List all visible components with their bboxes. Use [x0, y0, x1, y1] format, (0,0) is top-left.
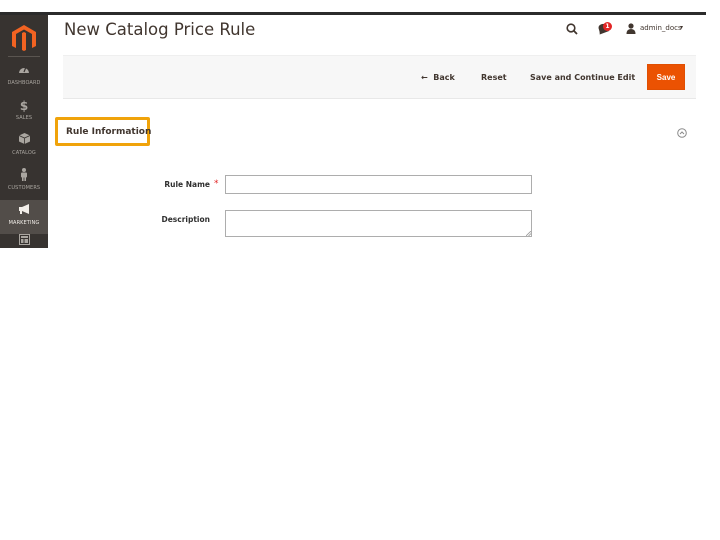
- required-marker: *: [214, 179, 219, 189]
- sidebar-item-dashboard[interactable]: DASHBOARD: [0, 60, 48, 94]
- description-label: Description: [161, 215, 210, 224]
- person-icon: [0, 168, 48, 184]
- chevron-down-icon[interactable]: ▾: [680, 24, 683, 31]
- section-header-rule-information[interactable]: Rule Information: [55, 117, 152, 146]
- rule-name-label: Rule Name: [164, 180, 210, 189]
- reset-button[interactable]: Reset: [481, 73, 507, 82]
- megaphone-icon: [0, 203, 48, 219]
- dashboard-gauge-icon: [0, 63, 48, 79]
- collapse-circle-icon[interactable]: [677, 128, 687, 138]
- account-username[interactable]: admin_docs: [640, 24, 682, 32]
- content-layout-icon: [0, 234, 48, 250]
- user-icon[interactable]: [626, 23, 636, 34]
- notification-count-badge[interactable]: 1: [603, 22, 612, 31]
- description-textarea[interactable]: [225, 210, 532, 237]
- save-and-continue-button[interactable]: Save and Continue Edit: [530, 73, 635, 82]
- sidebar-item-marketing[interactable]: MARKETING: [0, 200, 48, 234]
- rule-name-input[interactable]: [225, 175, 532, 194]
- admin-sidebar: DASHBOARD $ SALES CATALOG CUSTOMERS MARK…: [0, 15, 48, 248]
- sidebar-item-customers[interactable]: CUSTOMERS: [0, 165, 48, 199]
- sidebar-item-catalog[interactable]: CATALOG: [0, 130, 48, 164]
- sidebar-divider: [8, 56, 40, 57]
- back-button[interactable]: ← Back: [421, 73, 455, 82]
- dollar-icon: $: [19, 99, 29, 113]
- back-label: Back: [433, 73, 455, 82]
- resize-handle-icon[interactable]: [526, 231, 531, 236]
- magento-logo-icon[interactable]: [12, 25, 36, 51]
- sidebar-item-content[interactable]: [0, 234, 48, 248]
- section-title: Rule Information: [66, 127, 152, 137]
- page-actions-bar: ← Back Reset Save and Continue Edit Save: [63, 55, 696, 99]
- page-title: New Catalog Price Rule: [64, 20, 256, 39]
- search-icon[interactable]: [566, 23, 578, 35]
- box-icon: [0, 133, 48, 149]
- sidebar-item-sales[interactable]: $ SALES: [0, 95, 48, 129]
- save-button[interactable]: Save: [647, 64, 685, 90]
- top-border: [0, 12, 706, 15]
- arrow-left-icon: ←: [421, 73, 428, 82]
